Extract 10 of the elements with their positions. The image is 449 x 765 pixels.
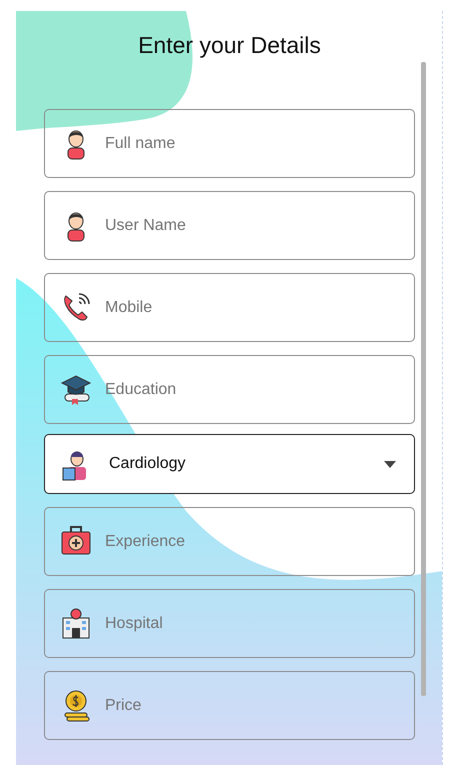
- caret-icon: [384, 460, 396, 468]
- input-field[interactable]: Mobile: [44, 273, 415, 342]
- input-field[interactable]: User Name: [44, 191, 415, 260]
- page-title: Enter your Details: [138, 32, 321, 58]
- input-field[interactable]: Hospital: [44, 589, 415, 658]
- input-field[interactable]: Experience: [44, 507, 415, 576]
- input-field[interactable]: Full name: [44, 109, 415, 178]
- input-field[interactable]: Price: [44, 671, 415, 740]
- dropdown[interactable]: Cardiology: [44, 434, 415, 494]
- scrollbar[interactable]: [421, 62, 426, 696]
